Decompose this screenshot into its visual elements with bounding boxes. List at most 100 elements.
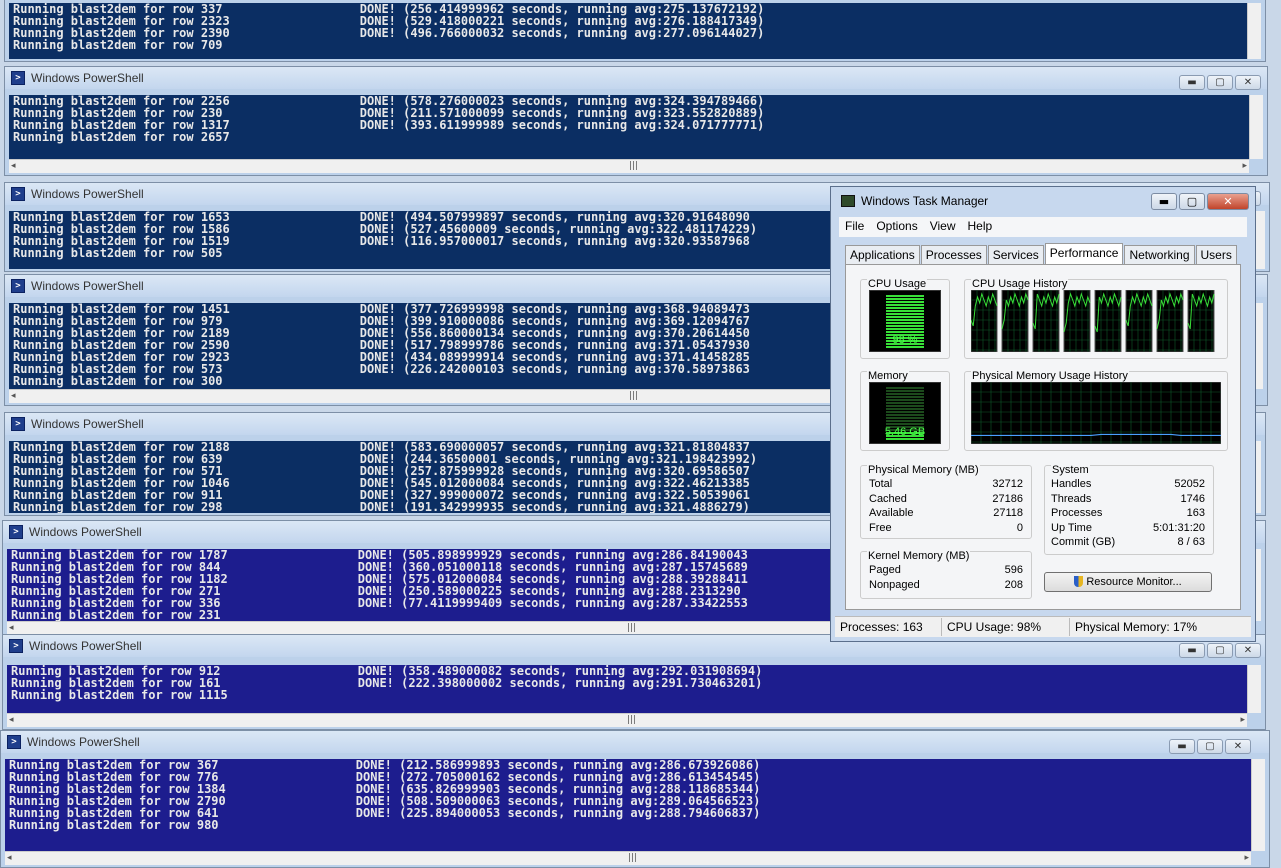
scroll-grip-icon[interactable]: ||| xyxy=(627,623,636,633)
tab-performance[interactable]: Performance xyxy=(1044,243,1124,264)
status-divider xyxy=(1069,618,1070,636)
stat-label: Available xyxy=(869,507,914,519)
status-processes: Processes: 163 xyxy=(840,620,923,634)
stat-value: 52052 xyxy=(1174,478,1205,490)
console-line: Running blast2dem for row 709 xyxy=(13,39,1247,51)
stat-value: 596 xyxy=(1004,564,1023,576)
powershell-title: Windows PowerShell xyxy=(27,735,140,749)
vertical-scrollbar[interactable] xyxy=(1251,759,1265,851)
scroll-grip-icon[interactable]: ||| xyxy=(627,715,636,725)
status-memory: Physical Memory: 17% xyxy=(1075,620,1198,634)
powershell-titlebar[interactable]: > Windows PowerShell ▬▢✕ xyxy=(5,67,1267,90)
stat-label: Threads xyxy=(1051,492,1092,505)
memory-meter-segment xyxy=(886,387,924,389)
maximize-button[interactable]: ▢ xyxy=(1207,75,1233,90)
menu-view[interactable]: View xyxy=(924,217,962,235)
powershell-window[interactable]: > Windows PowerShell ▬▢✕ Running blast2dem … xyxy=(2,634,1266,730)
cpu-usage-label: CPU Usage xyxy=(867,278,928,290)
maximize-button[interactable]: ▢ xyxy=(1179,193,1205,210)
console-output[interactable]: Running blast2dem for row 912 DONE! (358… xyxy=(7,665,1247,713)
horizontal-scrollbar[interactable]: ◂ ||| ▸ xyxy=(7,713,1247,727)
tab-processes[interactable]: Processes xyxy=(920,245,987,264)
horizontal-scrollbar[interactable]: ◂ ||| ▸ xyxy=(9,159,1249,173)
task-manager-window[interactable]: Windows Task Manager ▬ ▢ ✕ File Options View… xyxy=(830,186,1256,642)
scroll-left-icon[interactable]: ◂ xyxy=(11,161,16,171)
vertical-scrollbar[interactable] xyxy=(1247,665,1261,713)
minimize-button[interactable]: ▬ xyxy=(1169,739,1195,754)
horizontal-scrollbar[interactable]: ◂ ||| ▸ xyxy=(5,851,1251,865)
resource-monitor-label: Resource Monitor... xyxy=(1086,576,1182,588)
cpu-meter-segment xyxy=(886,310,924,312)
stat-row: Handles 52052 xyxy=(1051,478,1205,493)
console-output[interactable]: Running blast2dem for row 367 DONE! (212… xyxy=(5,759,1251,851)
tab-users[interactable]: Users xyxy=(1195,245,1237,264)
maximize-button[interactable]: ▢ xyxy=(1197,739,1223,754)
menu-options[interactable]: Options xyxy=(870,217,923,235)
stat-row: Up Time 5:01:31:20 xyxy=(1051,522,1205,537)
scroll-right-icon[interactable]: ▸ xyxy=(1242,161,1247,171)
stat-value: 0 xyxy=(1016,521,1023,534)
powershell-window[interactable]: Running blast2dem for row 337 DONE! (256… xyxy=(4,0,1266,62)
cpu-core-graph xyxy=(1063,290,1091,352)
menu-file[interactable]: File xyxy=(839,217,870,235)
console-run-text: Running blast2dem for row 709 xyxy=(13,38,360,52)
memory-group: Memory 5.46 GB xyxy=(860,370,950,451)
console-run-text: Running blast2dem for row 300 xyxy=(13,374,360,388)
close-button[interactable]: ✕ xyxy=(1235,75,1261,90)
close-button[interactable]: ✕ xyxy=(1207,193,1249,210)
menu-help[interactable]: Help xyxy=(962,217,999,235)
kernel-memory-label: Kernel Memory (MB) xyxy=(867,550,971,562)
cpu-meter-segment xyxy=(886,298,924,300)
powershell-window[interactable]: > Windows PowerShell ▬▢✕ Running blast2dem … xyxy=(4,66,1268,176)
console-output[interactable]: Running blast2dem for row 337 DONE! (256… xyxy=(9,3,1247,59)
memory-meter-segment xyxy=(886,390,924,392)
maximize-button[interactable]: ▢ xyxy=(1207,643,1233,658)
scroll-grip-icon[interactable]: ||| xyxy=(628,853,637,863)
tab-networking[interactable]: Networking xyxy=(1124,245,1195,264)
memory-meter-segment xyxy=(886,420,924,422)
tab-applications[interactable]: Applications xyxy=(845,245,920,264)
cpu-meter-segment xyxy=(886,346,924,348)
vertical-scrollbar[interactable] xyxy=(1249,95,1263,159)
minimize-button[interactable]: ▬ xyxy=(1151,193,1177,210)
powershell-title: Windows PowerShell xyxy=(31,417,144,431)
close-button[interactable]: ✕ xyxy=(1235,643,1261,658)
cpu-usage-meter: 98 % xyxy=(869,290,941,352)
resource-monitor-button[interactable]: Resource Monitor... xyxy=(1044,572,1212,592)
scroll-right-icon[interactable]: ▸ xyxy=(1244,853,1249,863)
scroll-left-icon[interactable]: ◂ xyxy=(11,391,16,401)
console-done-text: DONE! (222.398000002 seconds, running av… xyxy=(357,676,763,690)
vertical-scrollbar[interactable] xyxy=(1247,3,1261,59)
scroll-grip-icon[interactable]: ||| xyxy=(629,161,638,171)
stat-label: Nonpaged xyxy=(869,578,920,591)
status-divider xyxy=(941,618,942,636)
stat-value: 208 xyxy=(1004,578,1023,591)
task-manager-titlebar[interactable]: Windows Task Manager ▬ ▢ ✕ xyxy=(831,187,1255,215)
powershell-title: Windows PowerShell xyxy=(29,525,142,539)
minimize-button[interactable]: ▬ xyxy=(1179,643,1205,658)
memory-meter-segment xyxy=(886,396,924,398)
stat-value: 1746 xyxy=(1180,492,1205,505)
scroll-right-icon[interactable]: ▸ xyxy=(1240,715,1245,725)
scroll-left-icon[interactable]: ◂ xyxy=(9,623,14,633)
stat-label: Commit (GB) xyxy=(1051,536,1116,548)
stat-row: Nonpaged 208 xyxy=(869,579,1023,594)
system-label: System xyxy=(1051,464,1090,476)
console-output[interactable]: Running blast2dem for row 2256 DONE! (57… xyxy=(9,95,1249,159)
system-group: System Handles 52052 Threads 1746 Processes 1… xyxy=(1044,464,1214,555)
cpu-history-group: CPU Usage History xyxy=(964,278,1228,359)
powershell-icon: > xyxy=(11,279,25,293)
minimize-button[interactable]: ▬ xyxy=(1179,75,1205,90)
cpu-usage-group: CPU Usage 98 % xyxy=(860,278,950,359)
scroll-grip-icon[interactable]: ||| xyxy=(629,391,638,401)
close-button[interactable]: ✕ xyxy=(1225,739,1251,754)
tab-services[interactable]: Services xyxy=(987,245,1044,264)
powershell-titlebar[interactable]: > Windows PowerShell ▬▢✕ xyxy=(1,731,1269,754)
console-done-text: DONE! (116.957000017 seconds, running av… xyxy=(359,234,750,248)
scroll-left-icon[interactable]: ◂ xyxy=(7,853,12,863)
powershell-title: Windows PowerShell xyxy=(31,187,144,201)
console-line: Running blast2dem for row 1115 xyxy=(11,689,1247,701)
console-run-text: Running blast2dem for row 231 xyxy=(11,608,358,621)
powershell-window[interactable]: > Windows PowerShell ▬▢✕ Running blast2dem … xyxy=(0,730,1270,868)
scroll-left-icon[interactable]: ◂ xyxy=(9,715,14,725)
